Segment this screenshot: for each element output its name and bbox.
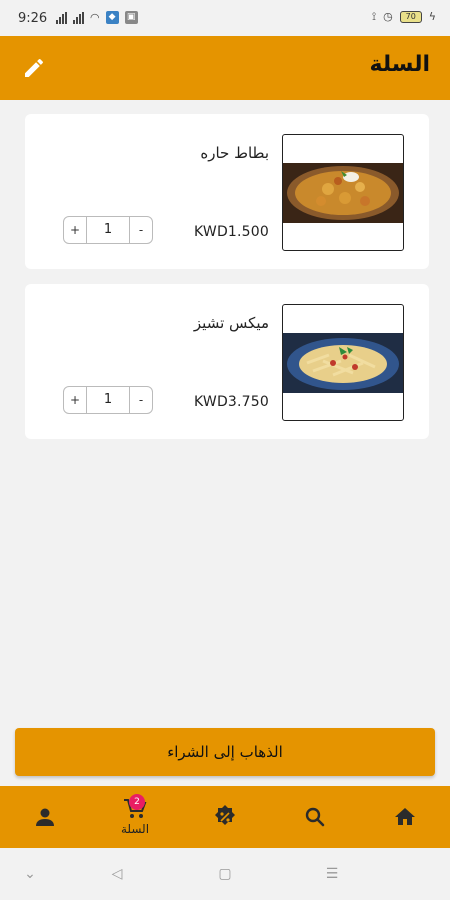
checkout-button[interactable]: الذهاب إلى الشراء	[15, 728, 435, 776]
quantity-stepper: + 1 -	[63, 386, 153, 414]
home-square-icon[interactable]: ▢	[213, 864, 237, 884]
edit-button[interactable]	[20, 54, 48, 82]
product-image[interactable]	[282, 304, 404, 421]
status-time: 9:26	[18, 11, 48, 26]
quantity-value: 1	[86, 387, 130, 413]
pencil-icon	[25, 59, 43, 77]
quantity-value: 1	[86, 217, 130, 243]
home-icon	[395, 808, 415, 825]
item-name: ميكس تشيز	[193, 314, 269, 332]
page-title: السلة	[369, 52, 430, 77]
status-left-icons: ◠ ◆ ▣	[56, 11, 138, 24]
increase-button[interactable]: +	[64, 393, 86, 407]
decrease-button[interactable]: -	[130, 393, 152, 407]
search-icon	[305, 807, 325, 827]
chevron-down-icon[interactable]: ⌄	[18, 864, 42, 884]
status-bar: 9:26 ◠ ◆ ▣ ⟟ ◷ 70 ϟ	[0, 0, 450, 36]
status-right-icons: ⟟ ◷ 70 ϟ	[372, 11, 436, 23]
charging-icon: ϟ	[428, 10, 436, 23]
nav-profile[interactable]	[15, 786, 75, 848]
signal-icon	[73, 11, 84, 24]
location-app-icon: ◆	[105, 11, 119, 24]
discount-badge-icon	[215, 805, 235, 825]
product-image[interactable]	[282, 134, 404, 251]
nav-offers[interactable]	[195, 786, 255, 848]
menu-icon[interactable]: ☰	[320, 864, 344, 884]
back-icon[interactable]: ◁	[105, 864, 129, 884]
bottom-nav: 2 السلة	[0, 786, 450, 848]
vibrate-icon: ⟟	[372, 10, 377, 23]
battery-icon: 70	[399, 11, 422, 23]
increase-button[interactable]: +	[64, 223, 86, 237]
nav-cart-label: السلة	[120, 822, 150, 836]
mix-cheese-pasta-image	[283, 333, 403, 393]
nav-search[interactable]	[285, 786, 345, 848]
spicy-potatoes-image	[283, 163, 403, 223]
nav-cart[interactable]: 2 السلة	[105, 786, 165, 848]
cart-count-badge: 2	[129, 794, 145, 810]
decrease-button[interactable]: -	[130, 223, 152, 237]
system-nav-bar: ⌄ ◁ ▢ ☰	[0, 848, 450, 900]
item-price: KWD3.750	[194, 394, 269, 410]
profile-icon	[36, 808, 54, 826]
signal-icon	[56, 11, 67, 24]
item-name: بطاط حاره	[200, 144, 269, 162]
alarm-icon: ◷	[383, 10, 393, 23]
quantity-stepper: + 1 -	[63, 216, 153, 244]
cart-item: بطاط حاره KWD1.500 + 1 -	[25, 114, 429, 269]
app-notification-icon: ▣	[124, 11, 138, 24]
wifi-icon: ◠	[90, 10, 100, 24]
item-price: KWD1.500	[194, 224, 269, 240]
app-header: السلة	[0, 36, 450, 100]
cart-item: ميكس تشيز KWD3.750 + 1 -	[25, 284, 429, 439]
nav-home[interactable]	[375, 786, 435, 848]
